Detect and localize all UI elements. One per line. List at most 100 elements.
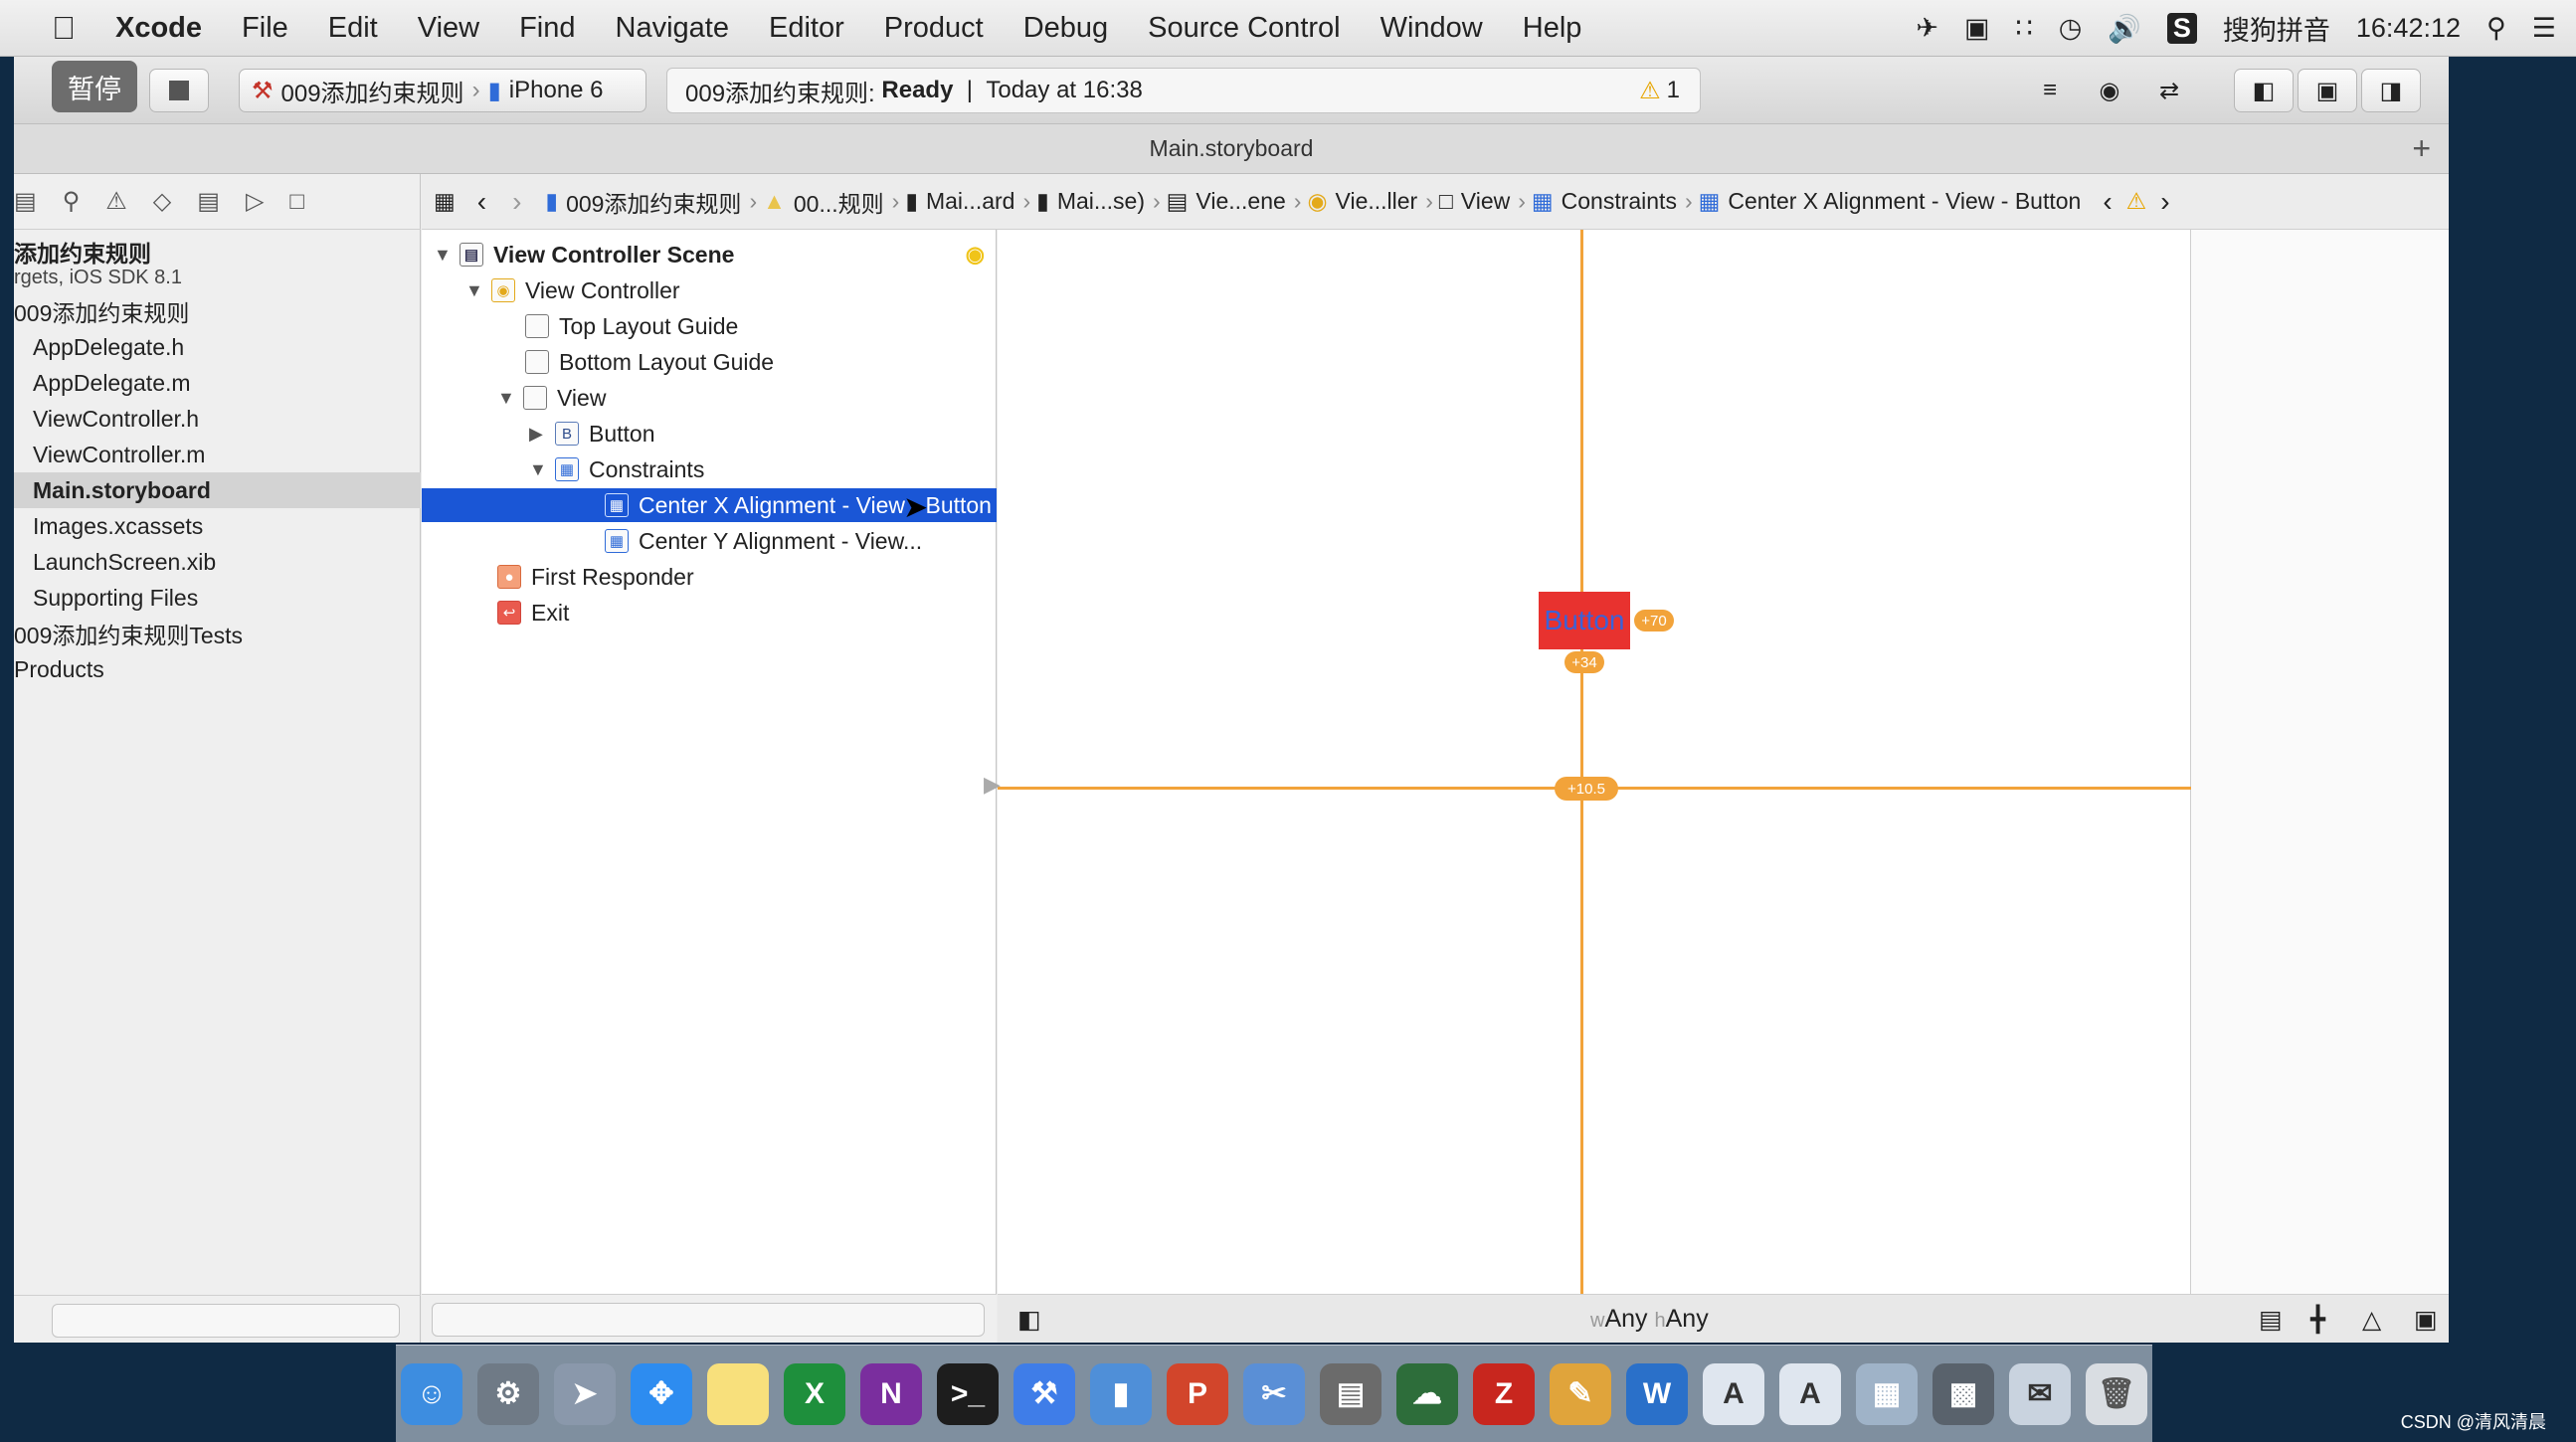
toggle-utilities-icon[interactable]: ◨ — [2361, 69, 2421, 112]
issue-warning-icon[interactable]: ⚠ — [2126, 188, 2147, 215]
workspace-icon[interactable]: ▩ — [1932, 1362, 1994, 1425]
menu-view[interactable]: View — [398, 12, 499, 45]
group-products[interactable]: Products — [14, 651, 421, 687]
test-navigator-icon[interactable]: ◇ — [153, 187, 171, 216]
new-tab-button[interactable]: + — [2412, 130, 2431, 167]
powerpoint-icon[interactable]: P — [1167, 1362, 1228, 1425]
outline-collapse-handle-icon[interactable]: ▶ — [984, 772, 1001, 802]
sketch-icon[interactable]: ✎ — [1550, 1362, 1611, 1425]
bluetooth-icon[interactable]: ∷ — [2016, 13, 2033, 44]
constraint-badge-right[interactable]: +70 — [1634, 610, 1674, 631]
group-tests[interactable]: 009添加约束规则Tests — [14, 616, 421, 651]
disclosure-closed-icon[interactable]: ▶ — [529, 424, 555, 445]
notes-icon[interactable] — [707, 1362, 769, 1425]
simulator-icon[interactable]: ▮ — [1090, 1362, 1152, 1425]
input-method-icon[interactable]: S — [2166, 13, 2197, 44]
file-appdelegate-h[interactable]: AppDelegate.h — [14, 329, 421, 365]
crumb-storyboard-base[interactable]: ▮ Mai...se) › — [1036, 188, 1161, 215]
file-viewcontroller-m[interactable]: ViewController.m — [14, 437, 421, 472]
outline-top-layout-guide[interactable]: Top Layout Guide — [525, 309, 738, 343]
ftp-client-icon[interactable]: ☁ — [1396, 1362, 1458, 1425]
crumb-constraints[interactable]: ▦ Constraints › — [1532, 188, 1693, 215]
document-icon-2[interactable]: A — [1779, 1362, 1841, 1425]
menu-source-control[interactable]: Source Control — [1128, 12, 1360, 45]
size-class-selector[interactable]: w Any h Any — [1590, 1305, 1709, 1334]
clock[interactable]: 16:42:12 — [2356, 13, 2461, 44]
pause-overlay[interactable]: 暂停 — [52, 61, 137, 112]
finder-icon[interactable]: ☺ — [401, 1362, 462, 1425]
xcode-icon[interactable]: ⚒ — [1013, 1362, 1075, 1425]
file-images-xcassets[interactable]: Images.xcassets — [14, 508, 421, 544]
menu-find[interactable]: Find — [499, 12, 595, 45]
show-outline-icon[interactable]: ◧ — [1017, 1305, 1041, 1335]
breakpoint-navigator-icon[interactable]: ▷ — [246, 187, 264, 216]
constraint-badge-below[interactable]: +34 — [1564, 651, 1604, 673]
crumb-project[interactable]: ▮ 009添加约束规则 › — [545, 185, 757, 219]
scene-view[interactable]: Button +70 +34 +10.5 — [998, 230, 2191, 1294]
version-editor-icon[interactable]: ⇄ — [2142, 69, 2196, 112]
disclosure-open-icon[interactable]: ▼ — [497, 388, 523, 409]
crumb-view-controller[interactable]: ◉ Vie...ller › — [1307, 188, 1432, 215]
file-viewcontroller-h[interactable]: ViewController.h — [14, 401, 421, 437]
launchpad-icon[interactable]: ➤ — [554, 1362, 616, 1425]
outline-view-controller[interactable]: ▼ ◉ View Controller — [465, 273, 680, 307]
assistant-editor-icon[interactable]: ◉ — [2083, 69, 2136, 112]
crumb-view[interactable]: □ View › — [1439, 188, 1526, 215]
scheme-selector[interactable]: ⚒ 009添加约束规则 › ▮ iPhone 6 — [239, 69, 646, 112]
back-button[interactable]: ‹ — [477, 186, 486, 218]
safari-icon[interactable]: ✥ — [631, 1362, 692, 1425]
outline-constraints[interactable]: ▼ ▦ Constraints — [529, 452, 704, 486]
trash-icon[interactable]: 🗑 — [2086, 1362, 2147, 1425]
constraint-badge-center[interactable]: +10.5 — [1555, 777, 1618, 801]
issue-navigator-icon[interactable]: ⚠ — [105, 187, 127, 216]
outline-scene[interactable]: ▼ ▤ View Controller Scene ◉ — [434, 238, 991, 271]
disclosure-open-icon[interactable]: ▼ — [434, 245, 460, 266]
word-icon[interactable]: W — [1626, 1362, 1688, 1425]
crumb-storyboard[interactable]: ▮ Mai...ard › — [905, 188, 1030, 215]
outline-center-x-constraint[interactable]: ▦ Center X Alignment - View - Button ➤ — [422, 488, 997, 524]
crumb-scene[interactable]: ▤ Vie...ene › — [1167, 188, 1302, 215]
outline-view[interactable]: ▼ View — [497, 381, 606, 415]
outline-button[interactable]: ▶ B Button — [529, 417, 655, 451]
canvas-button[interactable]: Button — [1539, 592, 1630, 649]
resizing-behavior-icon[interactable]: ▣ — [2414, 1305, 2438, 1335]
document-icon[interactable]: A — [1703, 1362, 1764, 1425]
snipping-icon[interactable]: ✂ — [1243, 1362, 1305, 1425]
screen-record-icon[interactable]: ▣ — [1964, 13, 1990, 44]
navigator-filter-input[interactable] — [52, 1304, 400, 1338]
crumb-center-x[interactable]: ▦ Center X Alignment - View - Button — [1699, 188, 2082, 215]
excel-icon[interactable]: X — [784, 1362, 845, 1425]
tab-main-storyboard[interactable]: Main.storyboard — [1150, 135, 1314, 162]
outline-center-y-constraint[interactable]: ▦ Center Y Alignment - View... — [605, 524, 922, 558]
forward-button[interactable]: › — [512, 186, 521, 218]
notification-center-icon[interactable]: ☰ — [2532, 13, 2556, 44]
movie-icon[interactable]: ▤ — [1320, 1362, 1381, 1425]
menu-help[interactable]: Help — [1503, 12, 1602, 45]
menu-navigate[interactable]: Navigate — [596, 12, 749, 45]
preview-icon[interactable]: ▦ — [1856, 1362, 1918, 1425]
volume-icon[interactable]: 🔊 — [2108, 13, 2141, 45]
toggle-debug-area-icon[interactable]: ▣ — [2298, 69, 2357, 112]
interface-builder-canvas[interactable]: Button +70 +34 +10.5 ▶ — [984, 230, 2449, 1294]
debug-navigator-icon[interactable]: ▤ — [197, 187, 220, 216]
spotlight-icon[interactable]: ⚲ — [2486, 13, 2506, 44]
next-issue-button[interactable]: › — [2160, 186, 2169, 218]
menu-debug[interactable]: Debug — [1004, 12, 1128, 45]
menu-app-name[interactable]: Xcode — [95, 12, 222, 45]
airplane-icon[interactable]: ✈ — [1916, 13, 1938, 44]
standard-editor-icon[interactable]: ≡ — [2023, 69, 2077, 112]
menu-edit[interactable]: Edit — [308, 12, 398, 45]
outline-first-responder[interactable]: ● First Responder — [497, 560, 694, 594]
file-launchscreen-xib[interactable]: LaunchScreen.xib — [14, 544, 421, 580]
filezilla-icon[interactable]: Z — [1473, 1362, 1535, 1425]
outline-bottom-layout-guide[interactable]: Bottom Layout Guide — [525, 345, 774, 379]
disclosure-open-icon[interactable]: ▼ — [529, 459, 555, 480]
find-navigator-icon[interactable]: ⚲ — [63, 187, 81, 216]
group-main[interactable]: 009添加约束规则 — [14, 293, 421, 329]
warning-indicator[interactable]: ⚠ 1 — [1639, 77, 1680, 105]
outline-filter-input[interactable] — [432, 1303, 985, 1337]
system-preferences-icon[interactable]: ⚙ — [477, 1362, 539, 1425]
menu-window[interactable]: Window — [1361, 12, 1503, 45]
file-appdelegate-m[interactable]: AppDelegate.m — [14, 365, 421, 401]
time-machine-icon[interactable]: ◷ — [2059, 13, 2083, 44]
